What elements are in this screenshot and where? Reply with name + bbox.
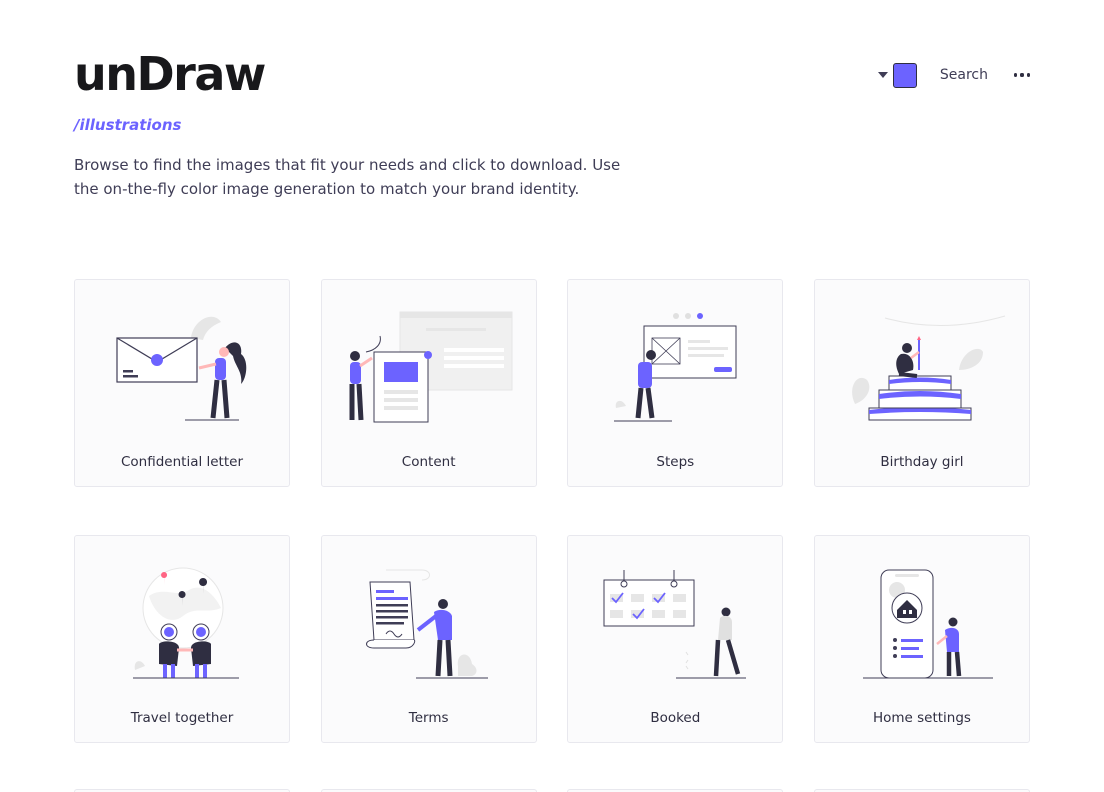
home-settings-illustration <box>862 569 993 679</box>
terms-illustration <box>365 569 488 679</box>
steps-illustration <box>614 313 737 422</box>
more-horizontal-icon[interactable] <box>1014 67 1030 83</box>
color-picker-swatch[interactable] <box>892 62 917 88</box>
illustration-label: Terms <box>408 710 449 726</box>
illustration-grid: Confidential letter Content Steps Birthd… <box>74 279 1030 743</box>
content-illustration <box>349 311 513 423</box>
illustration-card[interactable]: Birthday girl <box>813 279 1030 487</box>
illustration-card[interactable]: Steps <box>567 279 784 487</box>
birthday-girl-illustration <box>852 315 1006 421</box>
confidential-letter-illustration <box>116 316 247 421</box>
illustration-label: Booked <box>650 710 701 726</box>
illustration-label: Home settings <box>872 710 971 726</box>
header: unDraw Search <box>74 42 1030 102</box>
booked-illustration <box>603 570 747 679</box>
travel-together-illustration <box>133 567 239 679</box>
illustration-card[interactable]: Booked <box>567 535 784 743</box>
illustration-card[interactable]: Terms <box>320 535 537 743</box>
search-link[interactable]: Search <box>940 67 988 83</box>
intro-text: Browse to find the images that fit your … <box>74 156 621 198</box>
illustration-label: Travel together <box>130 710 234 726</box>
top-nav: Search <box>877 62 1030 88</box>
illustration-label: Steps <box>656 454 695 470</box>
illustration-card[interactable]: Confidential letter <box>74 279 290 487</box>
illustration-label: Content <box>401 454 456 470</box>
illustration-card[interactable]: Content <box>320 279 537 487</box>
illustration-label: Confidential letter <box>120 454 244 470</box>
illustration-card[interactable]: Home settings <box>813 535 1030 743</box>
page-subtitle: /illustrations <box>74 116 182 134</box>
caret-down-icon[interactable] <box>877 72 888 78</box>
illustration-card[interactable]: Travel together <box>74 535 290 743</box>
illustration-label: Birthday girl <box>880 454 964 470</box>
brand-logo[interactable]: unDraw <box>74 46 266 102</box>
